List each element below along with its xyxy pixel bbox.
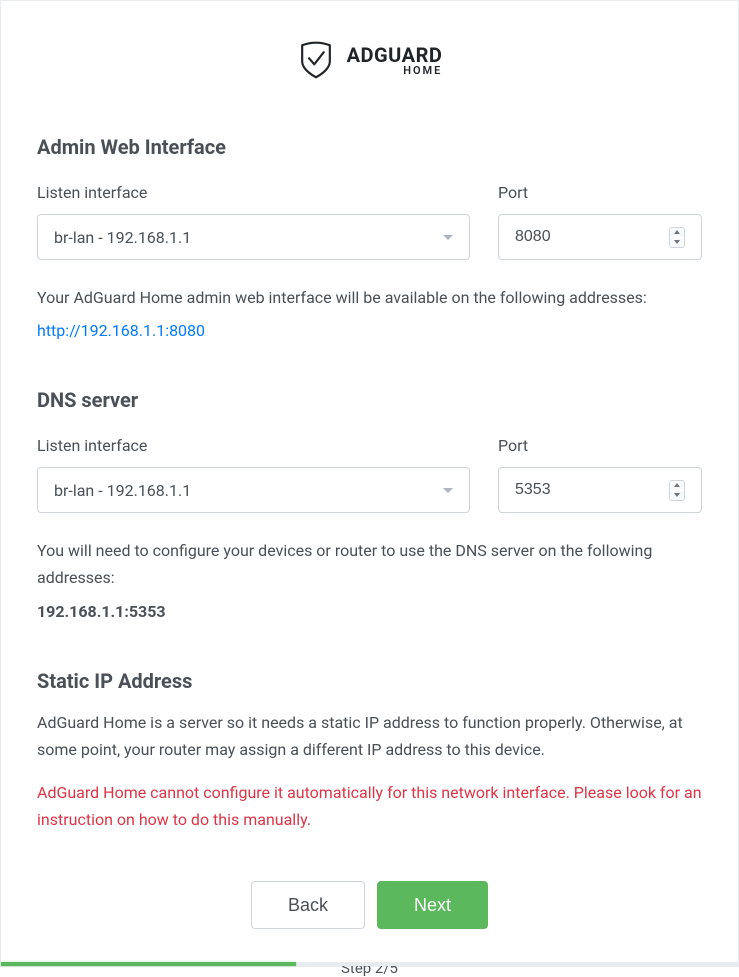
dns-port-input-wrapper	[498, 467, 702, 513]
admin-port-spinner	[669, 227, 685, 248]
dns-interface-label: Listen interface	[37, 436, 470, 455]
admin-section: Admin Web Interface Listen interface br-…	[37, 135, 702, 340]
chevron-down-icon	[674, 240, 680, 244]
logo-main-text: ADGUARD	[347, 45, 443, 65]
admin-port-label: Port	[498, 183, 702, 202]
dns-description: You will need to configure your devices …	[37, 537, 702, 591]
admin-interface-select[interactable]: br-lan - 192.168.1.1	[37, 214, 470, 260]
progress-bar	[1, 962, 738, 966]
dns-interface-value: br-lan - 192.168.1.1	[54, 481, 443, 500]
logo-sub-text: HOME	[347, 65, 443, 76]
admin-port-input[interactable]	[515, 228, 669, 246]
dns-title: DNS server	[37, 388, 702, 412]
dns-interface-select[interactable]: br-lan - 192.168.1.1	[37, 467, 470, 513]
spinner-up-button[interactable]	[670, 481, 684, 490]
chevron-up-icon	[674, 483, 680, 487]
admin-port-input-wrapper	[498, 214, 702, 260]
spinner-down-button[interactable]	[670, 238, 684, 247]
chevron-up-icon	[674, 230, 680, 234]
chevron-down-icon	[674, 493, 680, 497]
admin-interface-value: br-lan - 192.168.1.1	[54, 228, 443, 247]
static-ip-section: Static IP Address AdGuard Home is a serv…	[37, 669, 702, 834]
dns-section: DNS server Listen interface br-lan - 192…	[37, 388, 702, 620]
dns-port-spinner	[669, 480, 685, 501]
admin-title: Admin Web Interface	[37, 135, 702, 159]
shield-icon	[297, 41, 335, 79]
dns-address: 192.168.1.1:5353	[37, 602, 702, 621]
admin-description: Your AdGuard Home admin web interface wi…	[37, 284, 702, 311]
admin-interface-label: Listen interface	[37, 183, 470, 202]
progress-fill	[1, 962, 296, 966]
back-button[interactable]: Back	[251, 881, 365, 929]
button-row: Back Next	[37, 881, 702, 929]
static-ip-title: Static IP Address	[37, 669, 702, 693]
spinner-down-button[interactable]	[670, 491, 684, 500]
next-button[interactable]: Next	[377, 881, 488, 929]
static-ip-error: AdGuard Home cannot configure it automat…	[37, 779, 702, 833]
chevron-down-icon	[443, 488, 453, 493]
static-ip-description: AdGuard Home is a server so it needs a s…	[37, 709, 702, 763]
admin-url-link[interactable]: http://192.168.1.1:8080	[37, 321, 205, 340]
logo: ADGUARD HOME	[37, 41, 702, 79]
dns-port-input[interactable]	[515, 481, 669, 499]
dns-port-label: Port	[498, 436, 702, 455]
spinner-up-button[interactable]	[670, 228, 684, 237]
chevron-down-icon	[443, 235, 453, 240]
